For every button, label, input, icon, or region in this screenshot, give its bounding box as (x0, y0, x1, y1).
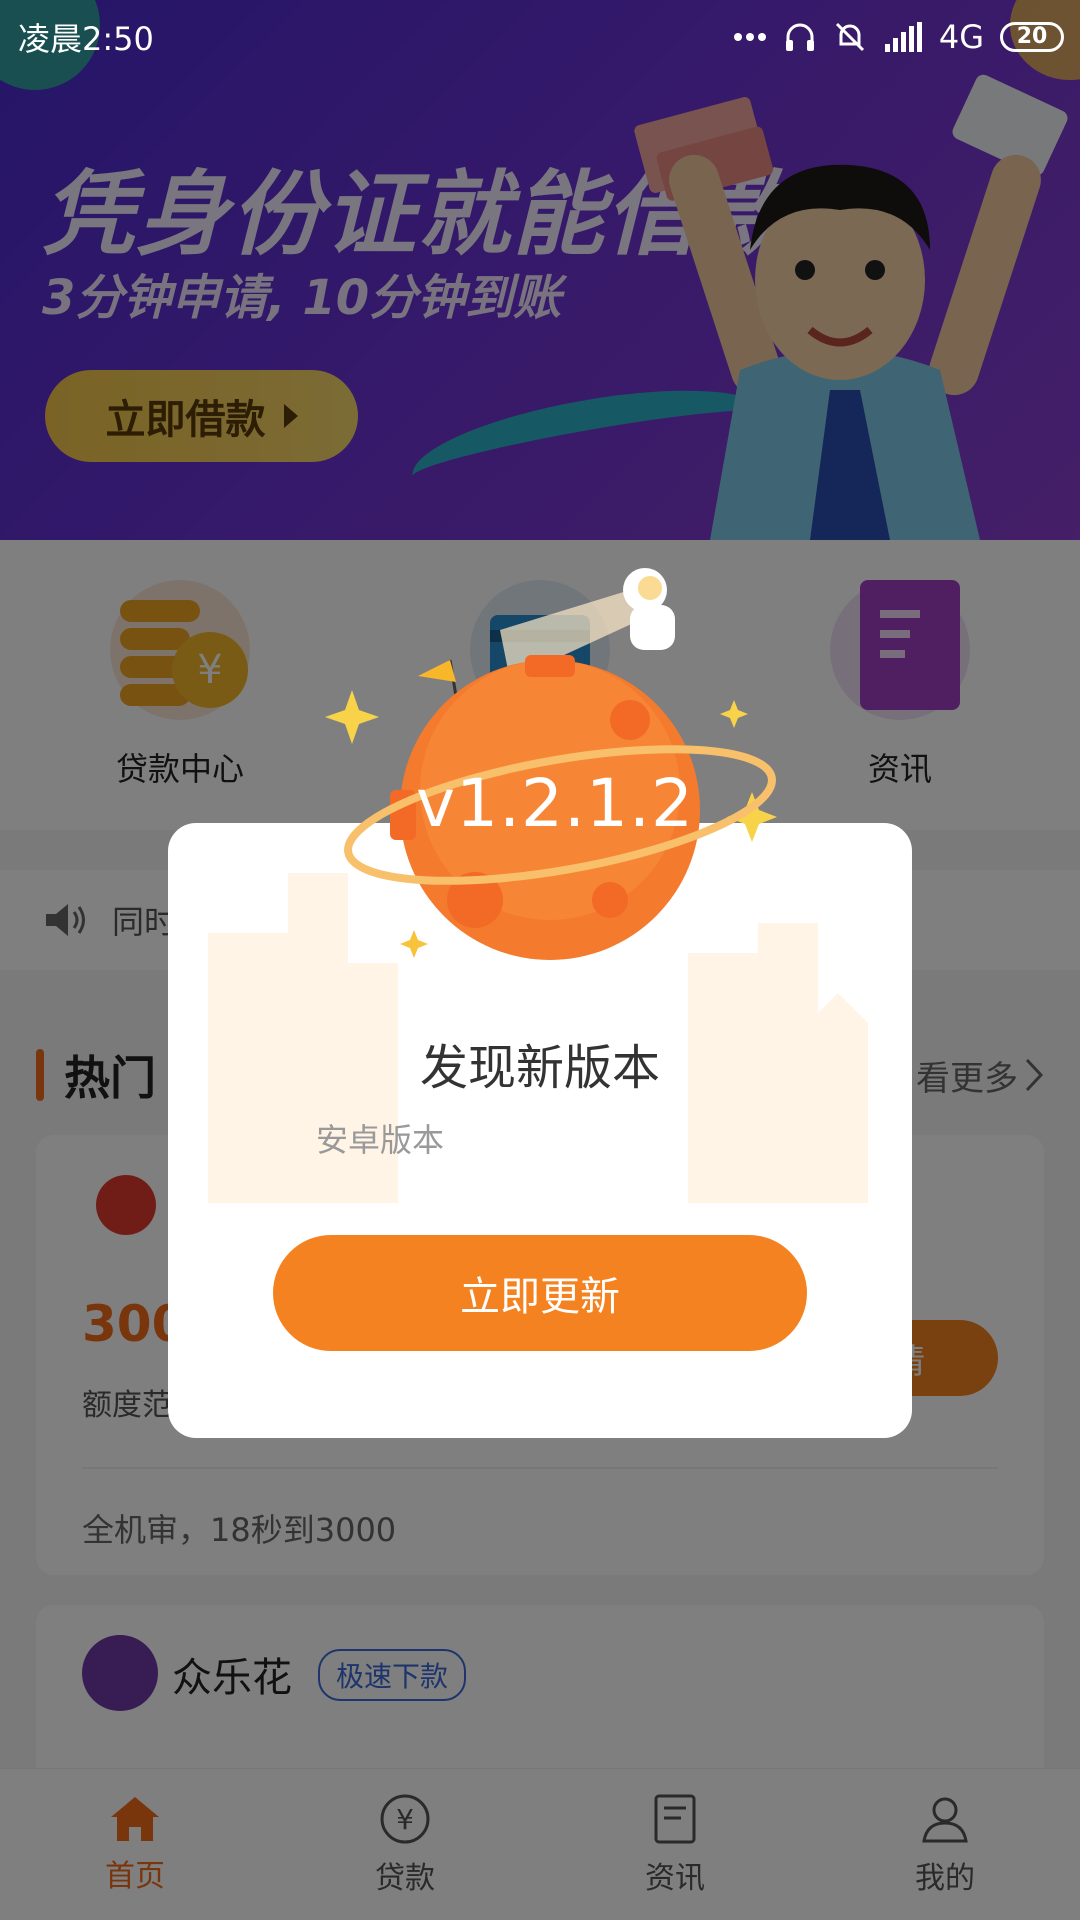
more-dots-icon (733, 33, 766, 41)
battery-level: 20 (1016, 23, 1048, 49)
signal-icon (884, 22, 922, 52)
update-now-button[interactable]: 立即更新 (273, 1235, 807, 1351)
network-type: 4G (938, 18, 984, 56)
battery-icon: 20 (1000, 22, 1064, 52)
dialog-subtitle: 安卓版本 (316, 1121, 445, 1159)
headphones-icon (785, 23, 814, 51)
bell-muted-icon (835, 22, 864, 52)
status-bar: 凌晨2:50 4G 20 (0, 0, 1080, 74)
version-number: v1.2.1.2 (416, 765, 694, 842)
dialog-title: 发现新版本 (419, 1040, 660, 1096)
status-time: 凌晨2:50 (18, 20, 154, 58)
